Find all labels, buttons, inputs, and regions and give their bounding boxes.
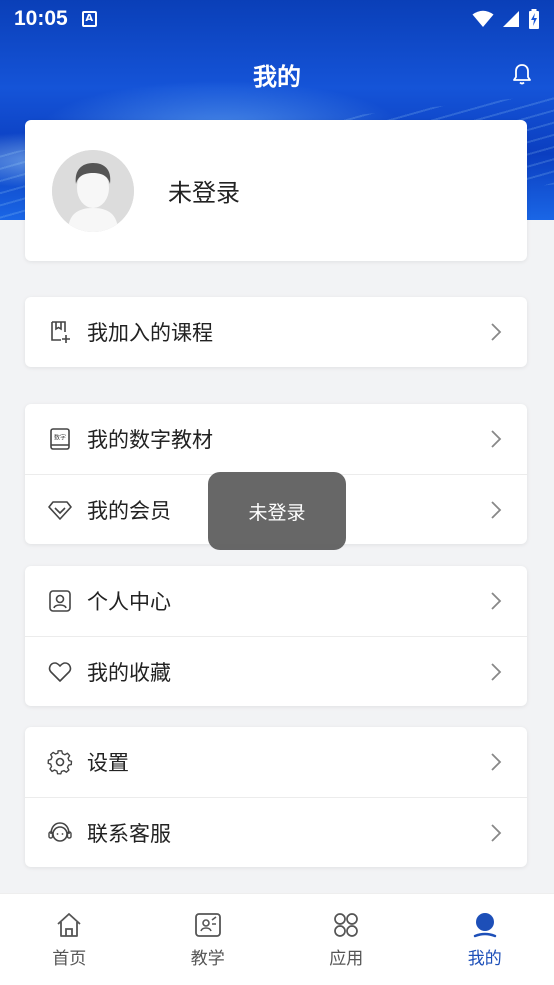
menu-item-label: 个人中心: [87, 590, 171, 614]
digital-book-icon: 数字: [47, 426, 73, 452]
battery-icon: [529, 9, 539, 29]
toast-text: 未登录: [248, 501, 306, 524]
nav-tab-teaching[interactable]: 教学: [139, 894, 278, 985]
heart-icon: [47, 659, 73, 685]
gear-icon: [47, 749, 73, 775]
menu-item-my-courses[interactable]: 我加入的课程: [25, 297, 527, 367]
home-icon: [57, 913, 81, 937]
teaching-icon: [194, 913, 221, 937]
status-bar: 10:05 A: [0, 0, 554, 38]
login-status-text[interactable]: 未登录: [168, 173, 240, 208]
course-add-icon: [47, 319, 73, 345]
toast-message: 未登录: [208, 472, 346, 550]
chevron-right-icon: [491, 323, 502, 341]
nav-label: 我的: [467, 949, 502, 969]
menu-item-digital-textbook[interactable]: 数字 我的数字教材: [25, 404, 527, 474]
digital-book-icon-text: 数字: [54, 434, 66, 442]
chevron-right-icon: [491, 430, 502, 448]
bottom-navigation: 首页 教学 应用 我的: [0, 893, 554, 985]
title-bar: 我的: [0, 52, 554, 96]
chevron-right-icon: [491, 823, 502, 842]
apps-icon: [334, 913, 359, 937]
signal-icon: [503, 11, 519, 27]
menu-item-favorites[interactable]: 我的收藏: [25, 636, 527, 706]
accessibility-a-icon: A: [81, 11, 97, 27]
avatar[interactable]: [52, 149, 134, 232]
user-icon: [473, 913, 496, 938]
menu-item-personal-center[interactable]: 个人中心: [25, 566, 527, 636]
menu-item-label: 我加入的课程: [87, 321, 213, 345]
menu-group-system: 设置 联系客服: [25, 727, 527, 867]
menu-item-label: 设置: [87, 751, 129, 775]
diamond-icon: [47, 497, 73, 523]
profile-card[interactable]: 未登录: [25, 120, 527, 261]
chevron-right-icon: [491, 500, 502, 519]
menu-item-label: 我的数字教材: [87, 428, 213, 452]
chevron-right-icon: [491, 662, 502, 681]
headset-icon: [47, 820, 73, 846]
nav-tab-home[interactable]: 首页: [0, 894, 139, 985]
notification-bell-icon[interactable]: [510, 62, 534, 86]
nav-tab-apps[interactable]: 应用: [277, 894, 416, 985]
menu-item-customer-service[interactable]: 联系客服: [25, 797, 527, 867]
nav-tab-mine[interactable]: 我的: [416, 894, 554, 985]
nav-label: 教学: [190, 949, 225, 969]
menu-item-label: 我的收藏: [87, 660, 171, 685]
person-badge-icon: [47, 588, 73, 614]
status-time: 10:05: [14, 7, 68, 30]
page-title: 我的: [253, 62, 301, 91]
menu-item-settings[interactable]: 设置: [25, 727, 527, 797]
menu-group-personal: 个人中心 我的收藏: [25, 566, 527, 706]
nav-label: 应用: [329, 949, 364, 969]
menu-item-label: 联系客服: [87, 821, 171, 846]
menu-group-courses: 我加入的课程: [25, 297, 527, 367]
chevron-right-icon: [491, 753, 502, 771]
chevron-right-icon: [491, 592, 502, 610]
wifi-icon: [472, 10, 494, 27]
nav-label: 首页: [52, 949, 87, 969]
default-avatar-icon: [52, 149, 134, 232]
